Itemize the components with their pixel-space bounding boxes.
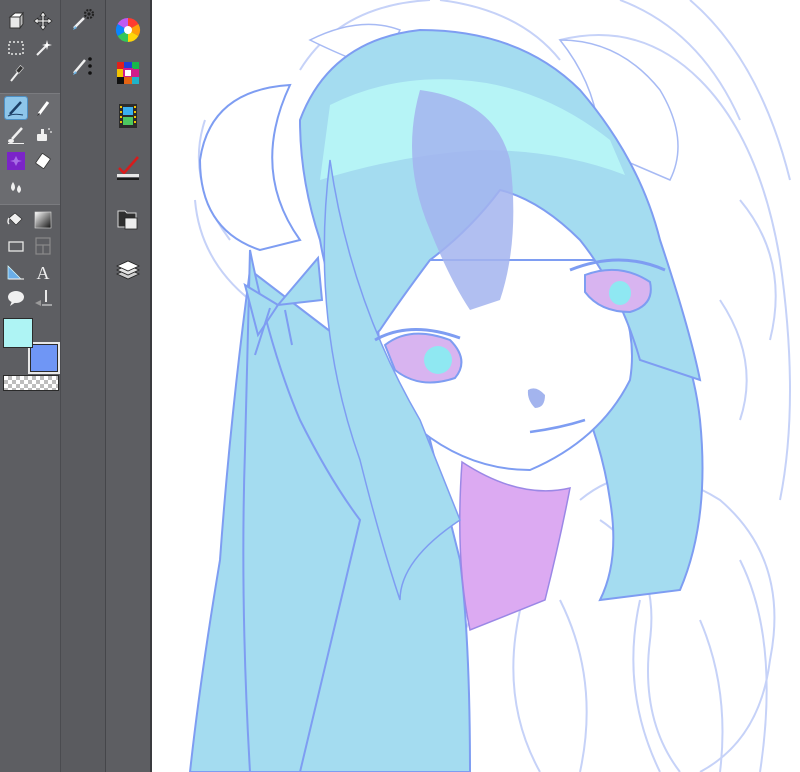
balloon-icon	[8, 291, 24, 306]
material-icon	[117, 210, 138, 230]
gradient-tool[interactable]	[32, 209, 54, 231]
brush-tool[interactable]	[5, 124, 27, 146]
pen-settings-button[interactable]	[69, 52, 97, 80]
zoom-tool[interactable]	[5, 10, 27, 32]
pen-icon	[7, 101, 24, 117]
tool-group-view	[0, 0, 60, 92]
gradient-icon	[34, 211, 52, 229]
brush-icon	[8, 127, 24, 144]
stabilizer-button[interactable]	[113, 153, 143, 183]
pencil-tool[interactable]	[32, 97, 54, 119]
blend-icon	[11, 182, 21, 193]
eraser-tool[interactable]	[32, 150, 54, 172]
frame-border-tool[interactable]	[32, 235, 54, 257]
tool-palette: A	[0, 0, 61, 772]
animation-icon	[119, 104, 137, 128]
blend-tool[interactable]	[5, 176, 27, 198]
layer-button[interactable]	[113, 256, 143, 286]
tool-group-drawing	[0, 93, 60, 205]
pen-tool[interactable]	[4, 96, 28, 120]
selection-tool[interactable]	[5, 37, 27, 59]
airbrush-tool[interactable]	[32, 124, 54, 146]
sub-tool-palette	[61, 0, 106, 772]
eyedropper-tool[interactable]	[5, 63, 27, 85]
transparent-color-swatch[interactable]	[3, 375, 59, 391]
text-icon: A	[37, 263, 50, 282]
figure-tool[interactable]	[5, 235, 27, 257]
color-wheel-icon	[115, 17, 141, 42]
auto-select-icon	[36, 40, 52, 56]
frame-border-icon	[35, 237, 51, 255]
balloon-tool[interactable]	[5, 287, 27, 309]
eyedropper-icon	[10, 64, 24, 82]
ruler-icon	[7, 265, 24, 280]
color-set-button[interactable]	[113, 58, 143, 88]
drawing-canvas[interactable]	[152, 0, 800, 772]
auto-select-tool[interactable]	[32, 37, 54, 59]
figure-icon	[8, 241, 24, 252]
color-set-icon	[117, 62, 139, 84]
material-button[interactable]	[113, 204, 143, 234]
zoom-icon	[8, 11, 24, 30]
object-tool-icon	[73, 8, 95, 30]
correct-line-icon	[35, 290, 52, 306]
selection-icon	[8, 41, 24, 55]
pencil-icon	[37, 101, 50, 116]
sub-color-swatch[interactable]	[28, 342, 60, 374]
layer-icon	[116, 260, 140, 280]
tool-group-shape: A	[0, 205, 60, 313]
svg-text:A: A	[37, 263, 50, 282]
airbrush-icon	[37, 128, 52, 141]
object-tool-button[interactable]	[69, 5, 97, 33]
pen-settings-icon	[73, 57, 92, 75]
stabilizer-icon	[117, 156, 139, 180]
eraser-icon	[35, 153, 51, 169]
text-tool[interactable]: A	[32, 261, 54, 283]
decoration-icon	[7, 152, 25, 170]
artwork-illustration	[188, 0, 791, 772]
ruler-tool[interactable]	[5, 261, 27, 283]
color-wheel-button[interactable]	[113, 15, 143, 45]
animation-button[interactable]	[113, 101, 143, 131]
move-icon	[33, 11, 53, 31]
fill-icon	[7, 212, 23, 226]
move-tool[interactable]	[32, 10, 54, 32]
palette-dock	[106, 0, 152, 772]
fill-tool[interactable]	[5, 209, 27, 231]
main-color-swatch[interactable]	[3, 318, 33, 348]
decoration-tool[interactable]	[5, 150, 27, 172]
correct-line-tool[interactable]	[32, 287, 54, 309]
